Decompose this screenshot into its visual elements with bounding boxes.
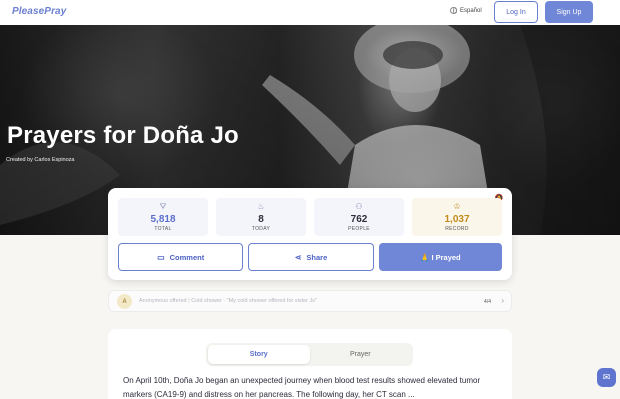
stat-label: PEOPLE xyxy=(348,226,370,232)
stat-label: TOTAL xyxy=(154,226,172,232)
action-buttons: ▭ Comment ⋖ Share 🙏 I Prayed xyxy=(118,243,502,271)
creator-label: Created by Carlos Espinoza xyxy=(6,157,75,163)
tab-story[interactable]: Story xyxy=(208,345,310,364)
site-logo[interactable]: PleasePray xyxy=(12,6,66,17)
stat-today: ♨ 8 TODAY xyxy=(216,198,306,236)
comment-icon: ▭ xyxy=(157,252,165,262)
comment-button[interactable]: ▭ Comment xyxy=(118,243,244,271)
stat-people: ⚇ 762 PEOPLE xyxy=(314,198,404,236)
chat-icon: ✉ xyxy=(602,372,611,382)
stat-value: 762 xyxy=(350,214,368,225)
stat-value: 5,818 xyxy=(150,214,176,225)
top-nav: PleasePray Español Log In Sign Up xyxy=(0,0,620,25)
stat-label: TODAY xyxy=(251,226,271,232)
i-prayed-button[interactable]: 🙏 I Prayed xyxy=(378,243,502,271)
stat-total: ⛛ 5,818 TOTAL xyxy=(118,198,208,236)
stat-record: ♔ 1,037 RECORD xyxy=(412,198,502,236)
globe-icon xyxy=(450,7,457,14)
comment-label: Comment xyxy=(169,252,205,262)
stat-value: 1,037 xyxy=(444,214,470,225)
activity-count: 4/4 xyxy=(484,299,491,305)
login-button[interactable]: Log In xyxy=(494,1,538,23)
i-prayed-label: 🙏 I Prayed xyxy=(420,252,461,262)
language-label: Español xyxy=(460,7,482,14)
prayer-stats-card: 🔕 ⛛ 5,818 TOTAL ♨ 8 TODAY ⚇ 762 PEOPLE ♔… xyxy=(108,188,512,280)
page-title: Prayers for Doña Jo xyxy=(7,122,239,149)
chevron-right-icon[interactable]: › xyxy=(501,297,504,305)
signup-button[interactable]: Sign Up xyxy=(545,1,593,23)
stats-row: ⛛ 5,818 TOTAL ♨ 8 TODAY ⚇ 762 PEOPLE ♔ 1… xyxy=(118,198,502,236)
trophy-icon: ♔ xyxy=(453,202,461,211)
activity-text: Anonymous offered 🕯 Cold shower · "My co… xyxy=(139,298,318,304)
avatar: A xyxy=(117,294,132,309)
recent-activity[interactable]: A Anonymous offered 🕯 Cold shower · "My … xyxy=(108,290,512,312)
flame-icon: ♨ xyxy=(257,202,265,211)
tab-prayer[interactable]: Prayer xyxy=(310,345,412,364)
chat-button[interactable]: ✉ xyxy=(597,368,616,387)
story-tabs: Story Prayer xyxy=(206,343,413,366)
stat-label: RECORD xyxy=(445,226,469,232)
story-section: Story Prayer On April 10th, Doña Jo bega… xyxy=(108,329,512,399)
story-text: On April 10th, Doña Jo began an unexpect… xyxy=(123,376,481,399)
share-icon: ⋖ xyxy=(294,252,302,262)
stat-value: 8 xyxy=(258,214,264,225)
share-button[interactable]: ⋖ Share xyxy=(248,243,374,271)
praying-hands-icon: ⛛ xyxy=(159,202,167,211)
language-switcher[interactable]: Español xyxy=(450,7,482,14)
people-icon: ⚇ xyxy=(355,202,363,211)
share-label: Share xyxy=(306,252,328,262)
